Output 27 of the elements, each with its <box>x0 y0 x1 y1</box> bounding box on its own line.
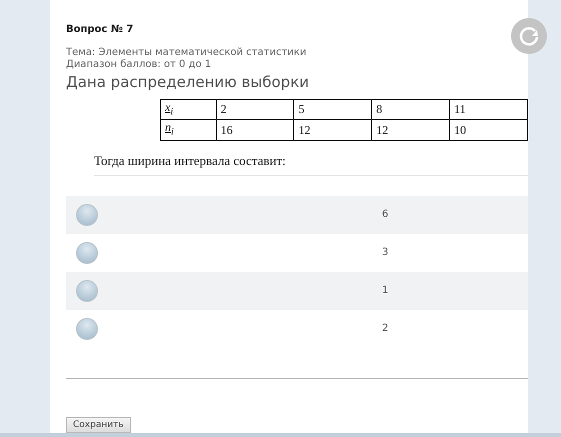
radio-button[interactable] <box>76 318 98 340</box>
answer-option[interactable]: 1 <box>66 272 528 310</box>
option-label: 6 <box>382 209 388 220</box>
radio-button[interactable] <box>76 204 98 226</box>
table-cell: 16 <box>216 120 294 140</box>
table-cell: 12 <box>294 120 372 140</box>
table-cell: 2 <box>216 100 294 120</box>
question-prompt: Тогда ширина интервала составит: <box>94 152 528 176</box>
option-label: 2 <box>382 323 388 334</box>
save-button[interactable]: Сохранить <box>66 416 131 433</box>
question-title: Дана распределению выборки <box>66 73 310 91</box>
table-cell: 5 <box>294 100 372 120</box>
option-label: 3 <box>382 247 388 258</box>
question-topic: Тема: Элементы математической статистики <box>66 47 308 59</box>
table-cell: x$_{i}$ <box>160 100 216 120</box>
reload-icon[interactable] <box>511 18 547 54</box>
answer-option[interactable]: 6 <box>66 196 528 234</box>
score-range: Диапазон баллов: от 0 до 1 <box>66 59 212 71</box>
table-cell: 11 <box>450 100 528 120</box>
table-cell: 12 <box>372 120 450 140</box>
radio-button[interactable] <box>76 280 98 302</box>
table-cell: n$_{i}$ <box>160 120 216 140</box>
question-number: Вопрос № 7 <box>66 24 134 35</box>
option-label: 1 <box>382 285 388 296</box>
table-cell: 8 <box>372 100 450 120</box>
radio-button[interactable] <box>76 242 98 264</box>
table-cell: 10 <box>450 120 528 140</box>
